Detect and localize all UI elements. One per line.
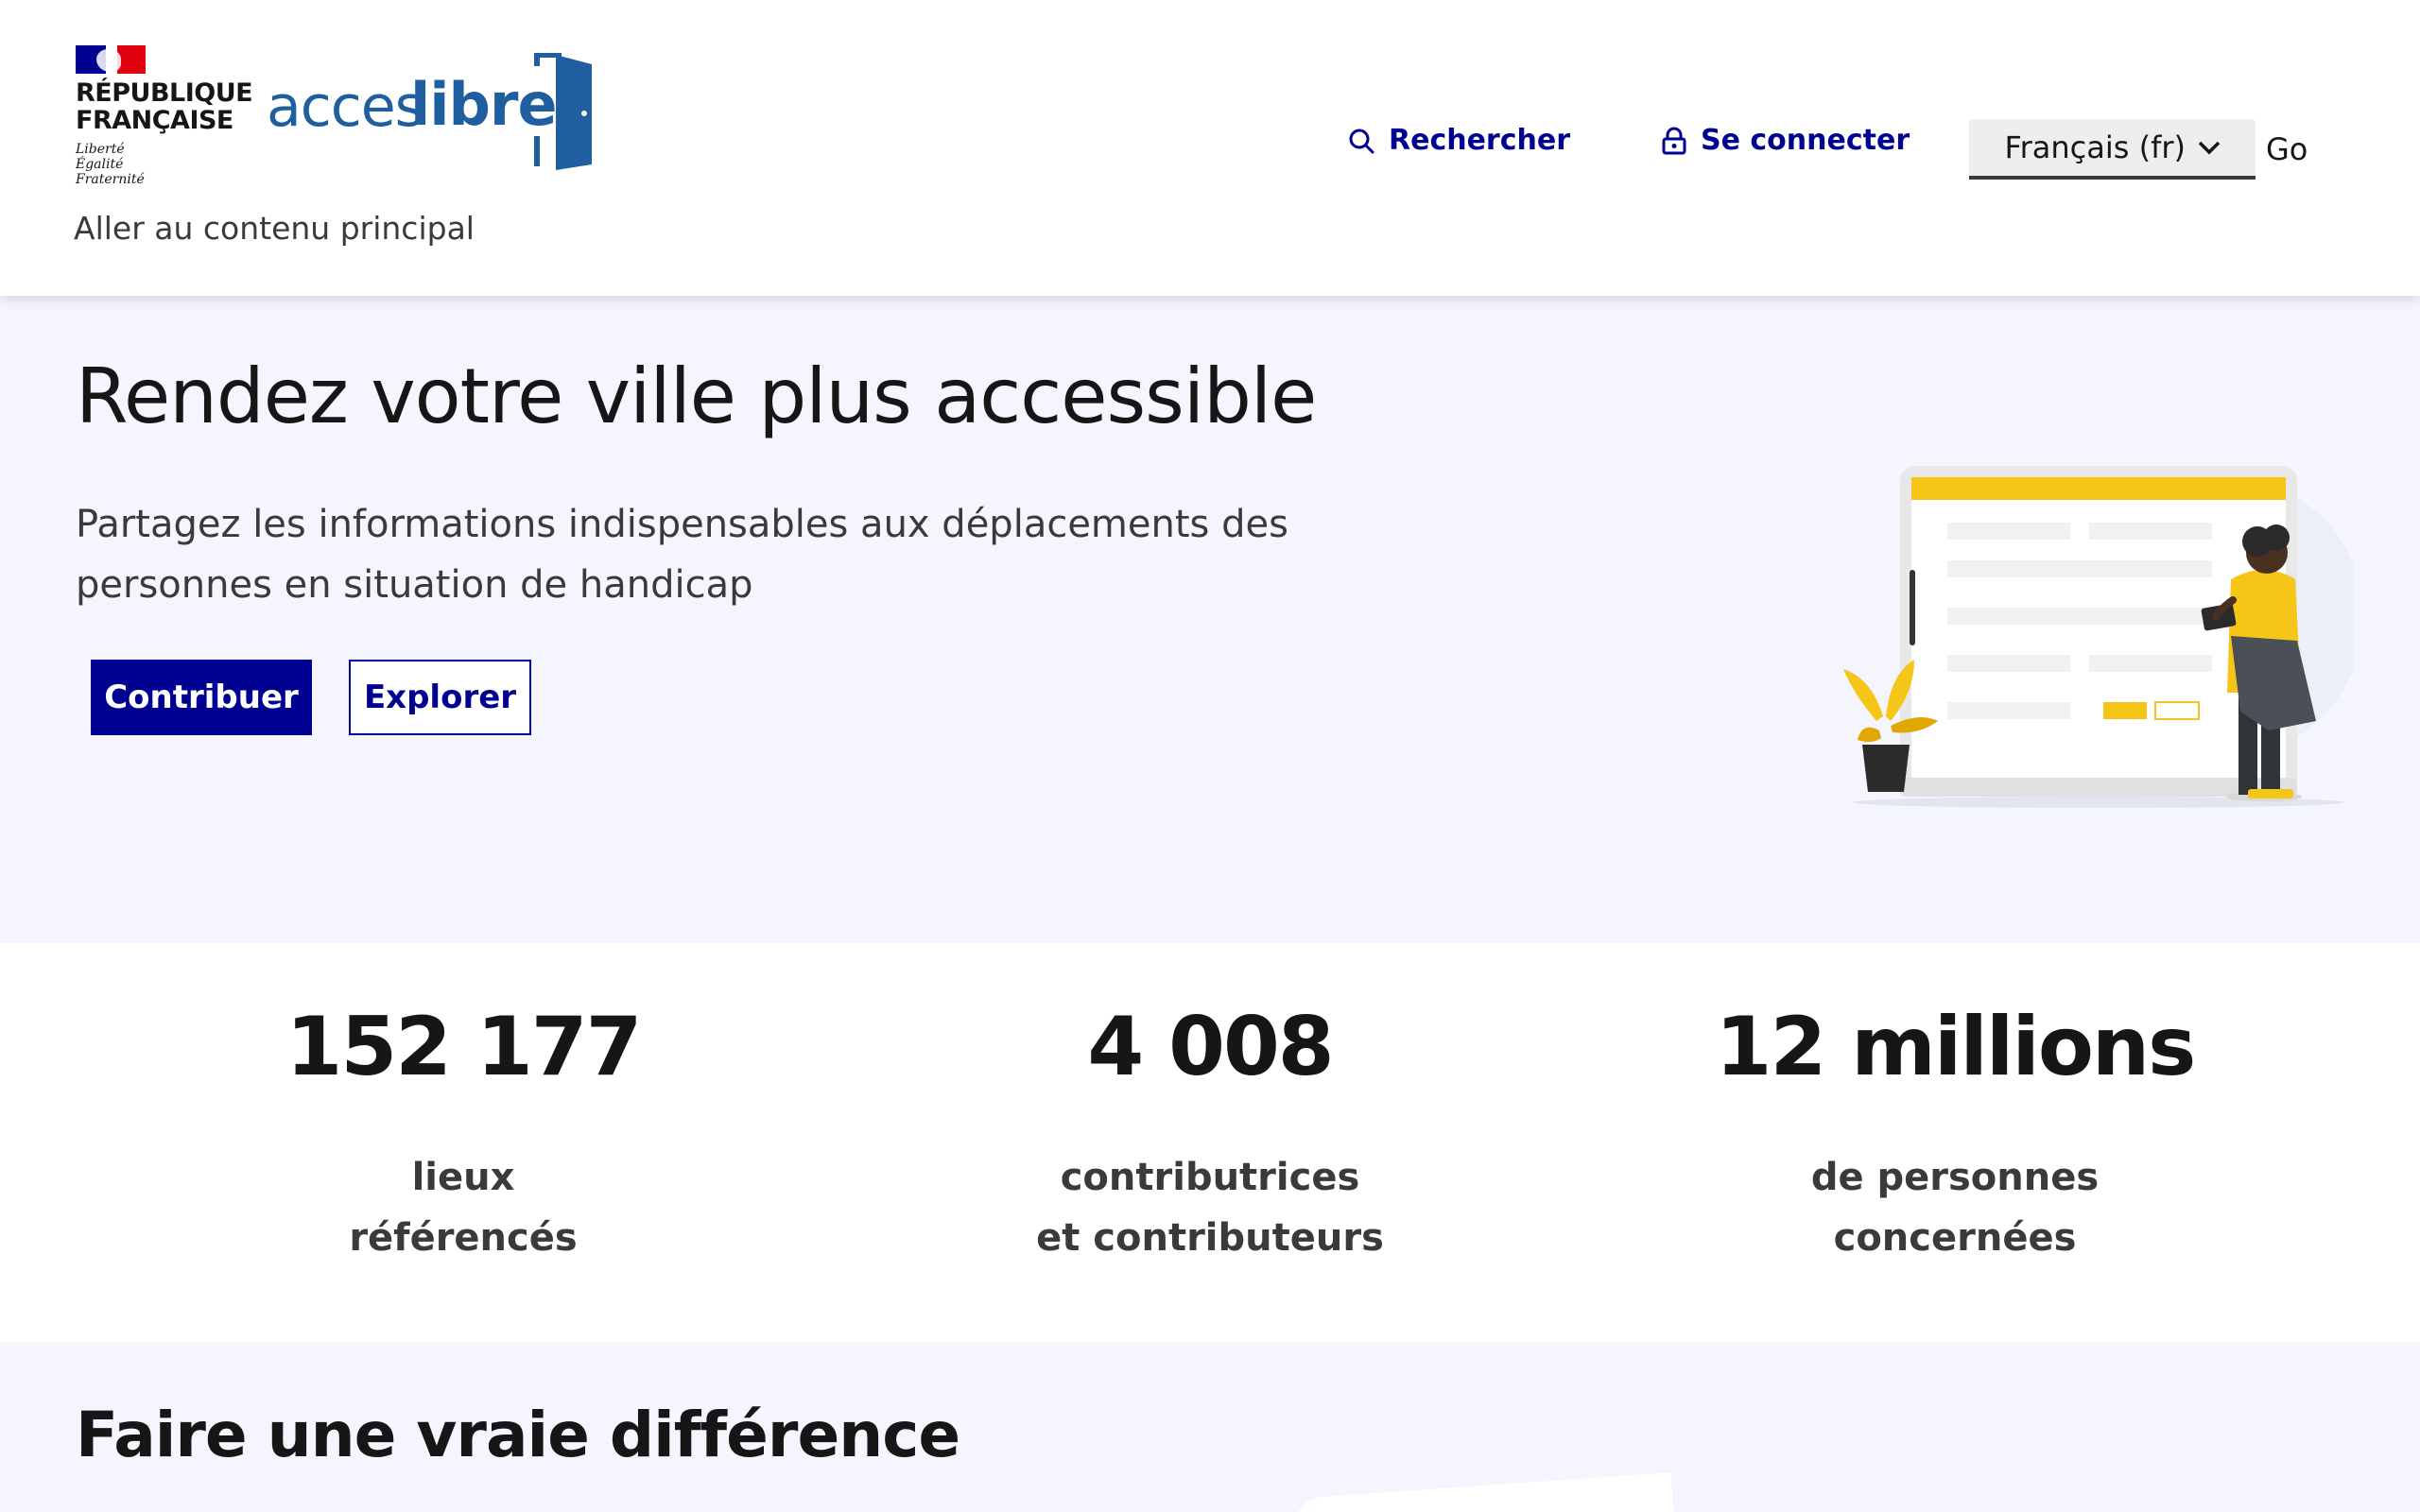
rf-name-line1: RÉPUBLIQUE	[76, 78, 253, 108]
hero-title: Rendez votre ville plus accessible	[76, 352, 1317, 440]
explore-button[interactable]: Explorer	[349, 660, 531, 735]
hero-subtitle: Partagez les informations indispensables…	[76, 503, 1288, 607]
door-icon	[534, 53, 592, 170]
stat-number: 12 millions	[1715, 1000, 2197, 1094]
republique-motto: Liberté Égalité Fraternité	[76, 142, 246, 187]
stat-label-line1: de personnes	[1810, 1156, 2100, 1199]
stat-number: 4 008	[1087, 1000, 1334, 1094]
contribute-button[interactable]: Contribuer	[91, 660, 312, 735]
stat-places: 152 177 lieux référencés	[85, 1000, 841, 1268]
hero-section: Rendez votre ville plus accessible Parta…	[0, 296, 2420, 943]
republique-francaise-name: RÉPUBLIQUE FRANÇAISE	[76, 78, 253, 135]
stat-label-line2: référencés	[349, 1216, 578, 1260]
brand-logo-acces: acces	[267, 74, 424, 140]
stat-label: lieux référencés	[85, 1147, 841, 1268]
skip-to-content-link[interactable]: Aller au contenu principal	[74, 210, 475, 247]
difference-section: Faire une vraie différence	[0, 1342, 2420, 1512]
hero-illustration	[1843, 466, 2354, 808]
marianne-flag-icon	[76, 45, 146, 74]
motto-line2: Égalité	[76, 157, 124, 172]
login-nav-label: Se connecter	[1701, 124, 1910, 157]
stat-label-line2: et contributeurs	[1036, 1216, 1384, 1260]
lock-icon	[1662, 127, 1686, 154]
login-nav-button[interactable]: Se connecter	[1661, 124, 1910, 157]
motto-line1: Liberté	[76, 142, 125, 157]
stat-number: 152 177	[285, 1000, 643, 1094]
stat-label: contributrices et contributeurs	[832, 1147, 1588, 1268]
language-select[interactable]: Français (fr)	[1969, 119, 2256, 180]
decorative-card-edge	[1293, 1472, 1675, 1512]
acceslibre-logo[interactable]: acces libre	[267, 51, 607, 174]
republique-francaise-logo[interactable]: RÉPUBLIQUE FRANÇAISE Liberté Égalité Fra…	[76, 45, 253, 187]
motto-line3: Fraternité	[76, 172, 145, 187]
difference-title: Faire une vraie différence	[76, 1399, 960, 1471]
site-header: RÉPUBLIQUE FRANÇAISE Liberté Égalité Fra…	[0, 0, 2420, 296]
search-icon	[1349, 129, 1374, 153]
stats-section: 152 177 lieux référencés 4 008 contribut…	[0, 943, 2420, 1342]
stat-label-line2: concernées	[1833, 1216, 2077, 1260]
stat-contributors: 4 008 contributrices et contributeurs	[832, 1000, 1588, 1268]
stat-people-concerned: 12 millions de personnes concernées	[1577, 1000, 2333, 1268]
language-selected-value: Français (fr)	[2004, 129, 2186, 165]
language-go-button[interactable]: Go	[2266, 131, 2308, 167]
rf-name-line2: FRANÇAISE	[76, 106, 233, 135]
stat-label-line1: lieux	[411, 1156, 515, 1199]
search-nav-button[interactable]: Rechercher	[1347, 124, 1570, 157]
stat-label: de personnes concernées	[1577, 1147, 2333, 1268]
search-nav-label: Rechercher	[1389, 124, 1571, 157]
chevron-down-icon	[2198, 141, 2221, 155]
stat-label-line1: contributrices	[1060, 1156, 1360, 1199]
